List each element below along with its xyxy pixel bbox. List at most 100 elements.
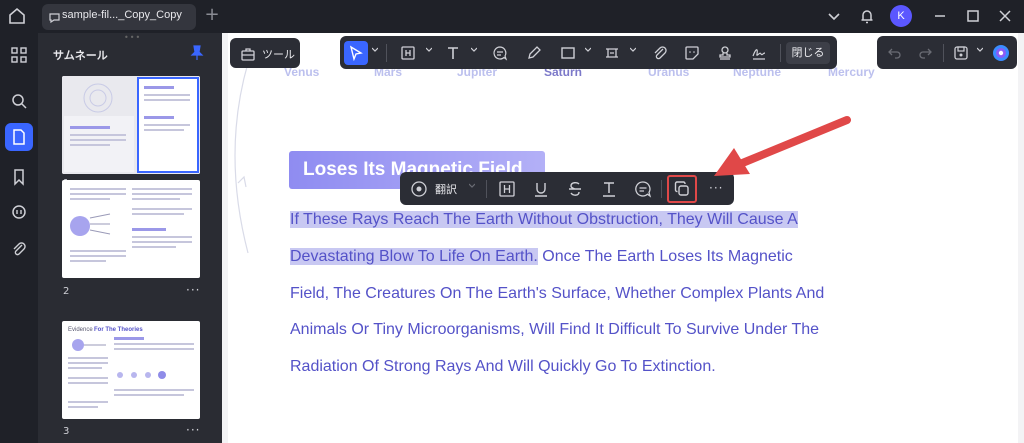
thumb3-title-a: Evidence	[68, 327, 93, 333]
tools-button[interactable]: ツール	[230, 38, 300, 68]
text-run: Radiation Of Strong Rays And Will Quickl…	[290, 358, 716, 375]
comment-icon	[493, 46, 508, 61]
translate-button[interactable]	[407, 177, 431, 201]
toolbox-icon	[241, 48, 255, 61]
stamp-tool-button[interactable]	[713, 41, 737, 65]
cursor-icon	[349, 45, 363, 61]
undo-button[interactable]	[883, 41, 907, 65]
minimize-icon[interactable]	[930, 6, 950, 26]
selected-text[interactable]: Devastating Blow To Life On Earth.	[290, 248, 538, 265]
ai-translate-icon	[411, 181, 427, 197]
paperclip-icon	[654, 46, 667, 60]
ai-assistant-button[interactable]	[989, 41, 1013, 65]
text-icon	[448, 47, 458, 59]
underline-icon	[535, 183, 547, 197]
select-tool-button[interactable]	[344, 41, 368, 65]
toolbar-divider	[386, 44, 387, 62]
chevron-down-icon[interactable]	[426, 47, 432, 53]
signature-tool-button[interactable]	[747, 41, 771, 65]
selected-text[interactable]: If These Rays Reach The Earth Without Ob…	[290, 211, 798, 228]
pen-icon	[528, 46, 541, 59]
pages-icon[interactable]	[5, 123, 33, 151]
highlight-icon	[401, 46, 415, 60]
new-tab-plus-icon[interactable]: +	[202, 6, 222, 26]
comments-icon[interactable]	[5, 199, 33, 227]
copy-icon	[674, 181, 689, 196]
thumbnail-panel-title: サムネール	[53, 49, 108, 62]
attachment-icon[interactable]	[5, 235, 33, 263]
avatar[interactable]: K	[890, 5, 912, 27]
chevron-down-icon[interactable]	[471, 47, 477, 53]
text-line[interactable]: If These Rays Reach The Earth Without Ob…	[290, 208, 798, 232]
text-insert-button[interactable]	[597, 177, 621, 201]
tab-title: sample-fil..._Copy_Copy	[62, 9, 182, 21]
translate-label[interactable]: 翻訳	[435, 181, 457, 197]
history-toolbar	[877, 36, 1017, 69]
copy-button[interactable]	[667, 175, 697, 203]
text-line[interactable]: Animals Or Tiny Microorganisms, Will Fin…	[290, 318, 819, 342]
sticker-icon	[685, 46, 699, 60]
chevron-down-icon[interactable]	[372, 47, 378, 53]
search-icon[interactable]	[5, 87, 33, 115]
title-bar: sample-fil..._Copy_Copy + K	[0, 0, 1024, 33]
chevron-down-icon[interactable]	[585, 47, 591, 53]
save-icon	[954, 46, 968, 60]
sticker-tool-button[interactable]	[680, 41, 704, 65]
text-icon	[603, 182, 615, 197]
signature-icon	[752, 49, 766, 60]
toolbar-divider	[943, 44, 944, 62]
text-line[interactable]: Devastating Blow To Life On Earth. Once …	[290, 245, 793, 269]
page-3-more-icon[interactable]: ···	[186, 423, 200, 437]
shape-tool-button[interactable]	[556, 41, 580, 65]
thumbnail-panel: ••• サムネール 2 ··· Evidence For The Theorie…	[38, 33, 222, 443]
page-thumbnail-3[interactable]: Evidence For The Theories	[62, 321, 200, 419]
redo-button[interactable]	[913, 41, 937, 65]
panel-grip-icon[interactable]: •••	[124, 33, 140, 42]
text-line[interactable]: Radiation Of Strong Rays And Will Quickl…	[290, 355, 716, 379]
comment-icon	[48, 10, 62, 24]
text-run: Field, The Creatures On The Earth's Surf…	[290, 285, 825, 302]
textbox-icon	[606, 48, 618, 58]
page-number-2: 2	[63, 286, 70, 297]
document-area: Venus Mars Jupiter Saturn Uranus Neptune…	[222, 33, 1024, 443]
bell-icon[interactable]	[857, 6, 877, 26]
maximize-icon[interactable]	[963, 6, 983, 26]
save-button[interactable]	[949, 41, 973, 65]
highlight-tool-button[interactable]	[396, 41, 420, 65]
undo-icon	[888, 48, 901, 59]
highlight-text-button[interactable]	[495, 177, 519, 201]
text-run: Animals Or Tiny Microorganisms, Will Fin…	[290, 321, 820, 338]
chevron-down-icon[interactable]	[630, 47, 636, 53]
pin-icon[interactable]	[190, 45, 204, 61]
page-thumbnail-2[interactable]	[62, 180, 200, 278]
toolbar-divider	[661, 180, 662, 198]
chevron-down-icon[interactable]	[824, 6, 844, 26]
add-comment-button[interactable]	[631, 177, 655, 201]
comment-tool-button[interactable]	[488, 41, 512, 65]
app-window: sample-fil..._Copy_Copy + K ••• サムネール 2 …	[0, 0, 1024, 443]
chevron-down-icon[interactable]	[977, 47, 983, 53]
attach-tool-button[interactable]	[648, 41, 672, 65]
textbox-tool-button[interactable]	[600, 41, 624, 65]
grid-icon[interactable]	[5, 41, 33, 69]
rectangle-icon	[561, 47, 575, 59]
strikethrough-button[interactable]	[563, 177, 587, 201]
thumb3-title-b: For The Theories	[94, 327, 143, 333]
page-thumbnail-1[interactable]	[62, 76, 200, 174]
strikethrough-icon	[569, 181, 581, 196]
document-tab[interactable]: sample-fil..._Copy_Copy	[42, 4, 196, 30]
pen-tool-button[interactable]	[522, 41, 546, 65]
text-run: Once The Earth Loses Its Magnetic	[537, 248, 793, 265]
text-line[interactable]: Field, The Creatures On The Earth's Surf…	[290, 282, 824, 306]
text-tool-button[interactable]	[441, 41, 465, 65]
home-icon[interactable]	[6, 5, 28, 27]
chevron-down-icon[interactable]	[469, 183, 475, 189]
page-2-more-icon[interactable]: ···	[186, 283, 200, 297]
close-window-icon[interactable]	[995, 6, 1015, 26]
close-toolbar-button[interactable]: 閉じる	[786, 42, 830, 64]
bookmark-icon[interactable]	[5, 163, 33, 191]
toolbar-divider	[486, 180, 487, 198]
underline-button[interactable]	[529, 177, 553, 201]
stamp-icon	[719, 46, 731, 60]
arrow-annotation-icon	[714, 116, 851, 176]
